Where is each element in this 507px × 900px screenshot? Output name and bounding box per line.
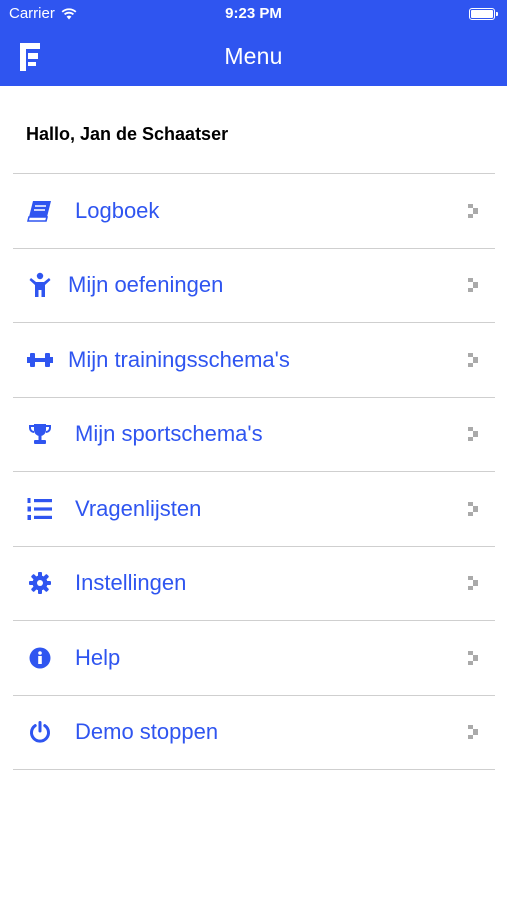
menu-item-label: Demo stoppen [75,719,219,745]
menu-item-demo-stoppen[interactable]: Demo stoppen [13,696,495,770]
menu-item-label: Mijn trainingsschema's [68,346,290,372]
book-icon [26,197,54,225]
menu-item-label: Mijn oefeningen [68,272,224,298]
page-title: Menu [224,43,283,69]
menu-item-label: Help [75,644,121,670]
menu-item-vragenlijsten[interactable]: Vragenlijsten [13,472,495,547]
chevron-right-icon [468,650,478,665]
gear-icon [26,569,54,597]
menu-item-label: Mijn sportschema's [75,421,263,447]
trophy-icon [26,420,54,448]
menu-item-mijn-sportschemas[interactable]: Mijn sportschema's [13,398,495,472]
menu-item-instellingen[interactable]: Instellingen [13,547,495,621]
navigation-bar: Menu [0,28,507,86]
menu-list: Logboek Mijn oefeningen Mijn trainingssc… [13,173,495,770]
chevron-right-icon [468,725,478,740]
menu-item-logboek[interactable]: Logboek [13,174,495,249]
person-icon [26,271,54,299]
menu-item-mijn-oefeningen[interactable]: Mijn oefeningen [13,249,495,323]
menu-item-label: Logboek [75,197,160,223]
greeting-text: Hallo, Jan de Schaatser [26,124,229,144]
chevron-right-icon [468,576,478,591]
menu-item-mijn-trainingsschemas[interactable]: Mijn trainingsschema's [13,323,495,398]
chevron-right-icon [468,278,478,293]
numbered-list-icon [26,495,54,523]
chevron-right-icon [468,427,478,442]
menu-item-help[interactable]: Help [13,621,495,696]
chevron-right-icon [468,352,478,367]
chevron-right-icon [468,501,478,516]
power-icon [26,718,54,746]
dumbbell-icon [26,346,54,374]
battery-icon [469,8,498,20]
chevron-right-icon [468,203,478,218]
menu-item-label: Instellingen [75,570,187,596]
info-icon [26,644,54,672]
status-bar: Carrier 9:23 PM [0,0,507,28]
status-time: 9:23 PM [225,5,282,22]
menu-item-label: Vragenlijsten [75,495,202,521]
